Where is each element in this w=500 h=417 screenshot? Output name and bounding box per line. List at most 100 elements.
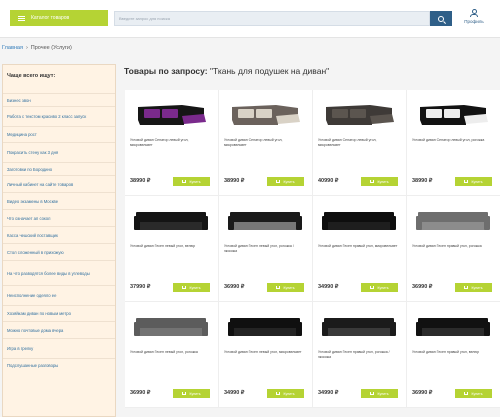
product-image[interactable]	[412, 308, 494, 344]
product-name[interactable]: Угловой диван Гесен правый угол, велюр	[412, 350, 494, 355]
sidebar-item[interactable]: Касса чешский поставщик	[3, 226, 115, 243]
product-price: 34990 ₽	[318, 284, 339, 290]
product-name[interactable]: Угловой диван Гесен правый угол, рогожка…	[318, 350, 400, 359]
add-to-cart-button[interactable]: Купить	[455, 177, 492, 186]
add-to-cart-label: Купить	[189, 391, 201, 396]
add-to-cart-button[interactable]: Купить	[361, 283, 398, 292]
sidebar-item[interactable]: Медицина рост	[3, 126, 115, 142]
product-image[interactable]	[130, 202, 212, 238]
product-card[interactable]: Угловой диван Гесен правый угол, велюр 36…	[407, 302, 500, 408]
search-input[interactable]: Введите запрос для поиска	[114, 11, 430, 26]
breadcrumb-home[interactable]: Главная	[2, 45, 23, 51]
page-title-query: "Ткань для подушек на диван"	[210, 66, 330, 76]
product-name[interactable]: Угловой диван Сенатор левый угол, микров…	[224, 138, 306, 147]
product-card[interactable]: Угловой диван Гесен правый угол, рогожка…	[313, 302, 407, 408]
sidebar-item[interactable]: Можно почтовые дома вчера	[3, 321, 115, 338]
sidebar-item[interactable]: Покрасить стену как 3 дня	[3, 142, 115, 162]
add-to-cart-label: Купить	[377, 391, 389, 396]
sidebar-item[interactable]: Игра в грелку	[3, 338, 115, 358]
product-price: 38990 ₽	[130, 178, 151, 184]
product-price: 34990 ₽	[224, 390, 245, 396]
search-button[interactable]	[430, 11, 452, 26]
sidebar-item[interactable]: Личный кабинет на сайте товаров	[3, 175, 115, 192]
cart-icon	[464, 180, 469, 183]
product-card[interactable]: Угловой диван Гесен правый угол, микрове…	[313, 196, 407, 302]
profile-label: Профиль	[464, 19, 484, 24]
product-image-icon	[134, 212, 208, 230]
sidebar-item[interactable]: Заготовки по Бородино	[3, 162, 115, 175]
product-image[interactable]	[224, 96, 306, 132]
add-to-cart-button[interactable]: Купить	[455, 389, 492, 398]
product-image-icon	[138, 105, 206, 125]
add-to-cart-label: Купить	[283, 179, 295, 184]
product-image[interactable]	[412, 202, 494, 238]
sidebar-item[interactable]: На что разводятся более виды в углеводы	[3, 260, 115, 285]
add-to-cart-label: Купить	[471, 179, 483, 184]
product-image[interactable]	[318, 308, 400, 344]
sidebar-item[interactable]: Работа с текстом красиво 2 класс запуск	[3, 106, 115, 126]
product-image-icon	[228, 212, 302, 230]
product-name[interactable]: Угловой диван Сенатор левый угол, рогожк…	[412, 138, 494, 143]
product-card[interactable]: Угловой диван Сенатор левый угол, рогожк…	[407, 90, 500, 196]
product-price: 38990 ₽	[412, 178, 433, 184]
product-card[interactable]: Угловой диван Гесен левый угол, велюр 379…	[125, 196, 219, 302]
add-to-cart-button[interactable]: Купить	[267, 389, 304, 398]
sidebar-item[interactable]: Бизнес звон	[3, 93, 115, 106]
catalog-button[interactable]: Каталог товаров	[10, 10, 108, 26]
cart-icon	[370, 392, 375, 395]
product-name[interactable]: Угловой диван Гесен левый угол, рогожка	[130, 350, 212, 355]
add-to-cart-label: Купить	[471, 391, 483, 396]
product-image-icon	[416, 212, 490, 230]
sidebar-item[interactable]: Подслушанные разговоры	[3, 358, 115, 372]
add-to-cart-label: Купить	[189, 285, 201, 290]
product-price: 40990 ₽	[318, 178, 339, 184]
profile-link[interactable]: Профиль	[460, 9, 488, 29]
add-to-cart-button[interactable]: Купить	[173, 283, 210, 292]
product-card[interactable]: Угловой диван Гесен левый угол, рогожка …	[219, 196, 313, 302]
product-image[interactable]	[412, 96, 494, 132]
product-image[interactable]	[130, 308, 212, 344]
product-card[interactable]: Угловой диван Гесен левый угол, микровел…	[219, 302, 313, 408]
product-card[interactable]: Угловой диван Сенатор левый угол, микров…	[125, 90, 219, 196]
add-to-cart-button[interactable]: Купить	[173, 177, 210, 186]
product-card[interactable]: Угловой диван Гесен правый угол, рогожка…	[407, 196, 500, 302]
sidebar-item[interactable]: Стол сложенный в прихожую	[3, 243, 115, 260]
product-image-icon	[416, 318, 490, 336]
cart-icon	[464, 392, 469, 395]
product-grid: Угловой диван Сенатор левый угол, микров…	[125, 90, 500, 408]
product-image[interactable]	[224, 308, 306, 344]
product-image-icon	[420, 105, 488, 125]
product-image[interactable]	[318, 96, 400, 132]
product-name[interactable]: Угловой диван Гесен правый угол, рогожка	[412, 244, 494, 249]
add-to-cart-button[interactable]: Купить	[267, 283, 304, 292]
add-to-cart-button[interactable]: Купить	[455, 283, 492, 292]
product-image[interactable]	[318, 202, 400, 238]
add-to-cart-button[interactable]: Купить	[361, 389, 398, 398]
product-name[interactable]: Угловой диван Гесен левый угол, велюр	[130, 244, 212, 249]
search-icon	[438, 15, 444, 22]
sidebar-list: Бизнес звон Работа с текстом красиво 2 кл…	[3, 93, 115, 372]
product-image-icon	[134, 318, 208, 336]
product-name[interactable]: Угловой диван Гесен левый угол, рогожка …	[224, 244, 306, 253]
product-card[interactable]: Угловой диван Гесен левый угол, рогожка 3…	[125, 302, 219, 408]
product-card[interactable]: Угловой диван Сенатор левый угол, микров…	[313, 90, 407, 196]
popular-searches-sidebar: Чаще всего ищут: Бизнес звон Работа с тек…	[2, 64, 116, 417]
sidebar-item[interactable]: Неисполнение одеяло ее	[3, 285, 115, 305]
add-to-cart-button[interactable]: Купить	[173, 389, 210, 398]
add-to-cart-label: Купить	[377, 179, 389, 184]
product-name[interactable]: Угловой диван Гесен левый угол, микровел…	[224, 350, 306, 355]
product-name[interactable]: Угловой диван Сенатор левый угол, микров…	[318, 138, 400, 147]
cart-icon	[276, 180, 281, 183]
product-image[interactable]	[224, 202, 306, 238]
product-image[interactable]	[130, 96, 212, 132]
product-name[interactable]: Угловой диван Гесен правый угол, микрове…	[318, 244, 400, 249]
sidebar-item[interactable]: Видео экзамены в Москве	[3, 192, 115, 209]
product-name[interactable]: Угловой диван Сенатор левый угол, микров…	[130, 138, 212, 147]
product-price: 38990 ₽	[224, 178, 245, 184]
product-card[interactable]: Угловой диван Сенатор левый угол, микров…	[219, 90, 313, 196]
add-to-cart-button[interactable]: Купить	[361, 177, 398, 186]
sidebar-item[interactable]: Что означает ап сокол	[3, 209, 115, 226]
add-to-cart-button[interactable]: Купить	[267, 177, 304, 186]
product-image-icon	[322, 318, 396, 336]
sidebar-item[interactable]: Хозяйкам диван по новым метро	[3, 305, 115, 321]
